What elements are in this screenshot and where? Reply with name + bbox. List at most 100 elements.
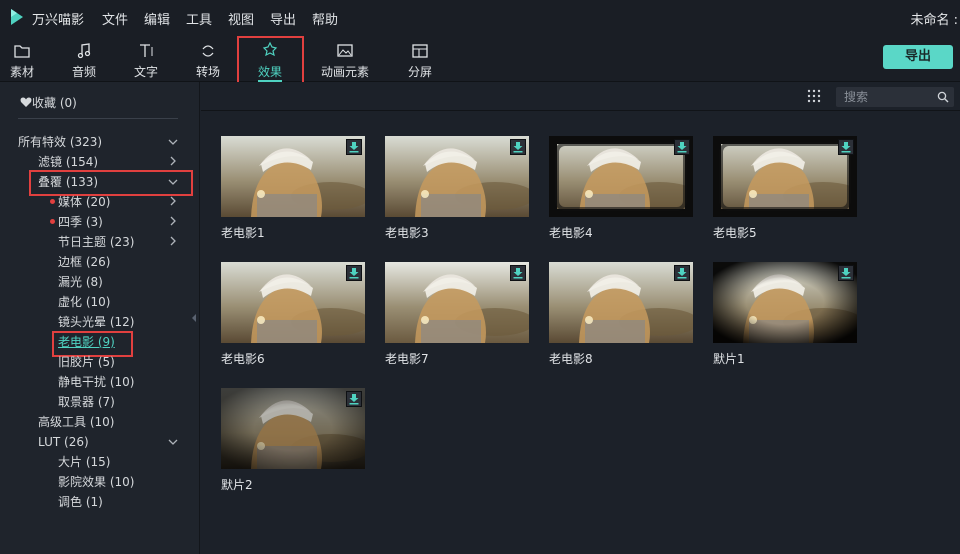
menu-help[interactable]: 帮助 [312,9,338,28]
new-badge-dot [50,199,55,204]
tree-item-blur[interactable]: 虚化 (10) [58,294,110,310]
collapse-sidebar-icon[interactable] [190,313,198,323]
menu-export[interactable]: 导出 [270,9,296,28]
effect-thumbnail [549,136,693,217]
effect-card-label: 老电影6 [221,352,265,366]
tab-media[interactable]: 素材 [2,38,42,82]
tab-transition-label: 转场 [195,65,220,79]
tab-split-screen[interactable]: 分屏 [400,38,440,82]
effect-card[interactable]: 老电影3 [385,136,530,240]
tree-item-label: 高级工具 (10) [38,415,115,429]
effect-card[interactable]: 默片1 [713,262,858,366]
download-icon[interactable] [510,139,526,155]
tab-text[interactable]: 文字 [126,38,166,82]
grid-view-icon[interactable] [807,89,821,103]
download-icon[interactable] [674,265,690,281]
chevron-down-icon[interactable] [167,136,179,148]
tab-elements[interactable]: 动画元素 [312,38,378,82]
search-icon[interactable] [937,91,949,103]
effect-thumbnail [385,136,529,217]
effect-thumbnail [221,262,365,343]
tree-item-label: 调色 (1) [58,495,103,509]
tree-item-advanced-tools[interactable]: 高级工具 (10) [38,414,114,430]
tree-item-label: 镜头光晕 (12) [58,315,135,329]
tree-item-lens-flare[interactable]: 镜头光晕 (12) [58,314,134,330]
menu-bar: 万兴喵影 文件 编辑 工具 视图 导出 帮助 未命名 : [0,0,960,34]
effect-card[interactable]: 老电影1 [221,136,366,240]
tree-item-label: LUT (26) [38,435,89,449]
tab-media-label: 素材 [9,65,34,79]
heart-icon [20,97,32,107]
favorites-item[interactable]: 收藏 (0) [20,95,77,111]
menu-tools[interactable]: 工具 [186,9,212,28]
effect-card-label: 老电影4 [549,226,593,240]
tree-item-cinema[interactable]: 影院效果 (10) [58,474,134,490]
effect-card-label: 默片2 [221,478,253,492]
effect-thumbnail [385,262,529,343]
tree-item-label: 取景器 (7) [58,395,115,409]
document-name: 未命名 : [910,13,958,28]
export-button[interactable]: 导出 [883,45,953,69]
tab-text-label: 文字 [133,65,158,79]
chevron-right-icon[interactable] [167,235,179,247]
effect-card-label: 老电影8 [549,352,593,366]
favorites-label: 收藏 (0) [32,96,77,110]
search-box [836,87,954,107]
tree-item-viewfinder[interactable]: 取景器 (7) [58,394,115,410]
menu-file[interactable]: 文件 [102,9,128,28]
effect-card[interactable]: 老电影8 [549,262,694,366]
tree-item-label: 影院效果 (10) [58,475,135,489]
effect-card[interactable]: 老电影7 [385,262,530,366]
tab-audio[interactable]: 音频 [64,38,104,82]
chevron-down-icon[interactable] [167,436,179,448]
transition-icon [202,45,214,57]
app-logo-icon [11,9,23,25]
tab-elements-label: 动画元素 [320,65,369,79]
download-icon[interactable] [838,139,854,155]
menu-edit[interactable]: 编辑 [144,9,170,28]
tree-item-borders[interactable]: 边框 (26) [58,254,110,270]
effect-card[interactable]: 老电影5 [713,136,858,240]
effect-card-label: 老电影1 [221,226,265,240]
chevron-right-icon[interactable] [167,155,179,167]
divider [18,118,178,119]
media-toolbar: 素材 音频 文字 转场 效果 动画元素 分屏 [0,34,960,82]
tree-item-label: 旧胶片 (5) [58,355,115,369]
tab-transition[interactable]: 转场 [188,38,228,82]
tree-item-color-grading[interactable]: 调色 (1) [58,494,103,510]
effect-card-label: 老电影5 [713,226,757,240]
download-icon[interactable] [346,139,362,155]
tree-item-light-leaks[interactable]: 漏光 (8) [58,274,103,290]
tree-item-blockbuster[interactable]: 大片 (15) [58,454,110,470]
chevron-right-icon[interactable] [167,195,179,207]
effect-thumbnail [713,136,857,217]
tree-item-old-negative[interactable]: 旧胶片 (5) [58,354,115,370]
tree-item-seasons[interactable]: 四季 (3) [58,214,103,230]
download-icon[interactable] [838,265,854,281]
effect-card[interactable]: 老电影4 [549,136,694,240]
tree-item-all-effects[interactable]: 所有特效 (323) [18,134,102,150]
tab-split-screen-label: 分屏 [407,65,432,79]
overlay-category-highlight [29,170,193,196]
new-badge-dot [50,219,55,224]
tree-item-label: 媒体 (20) [58,195,111,209]
tree-item-lut[interactable]: LUT (26) [38,434,89,450]
split-screen-icon [412,44,428,58]
tree-item-label: 所有特效 (323) [18,135,103,149]
menu-view[interactable]: 视图 [228,9,254,28]
tree-item-label: 静电干扰 (10) [58,375,135,389]
download-icon[interactable] [346,391,362,407]
effect-card[interactable]: 默片2 [221,388,366,492]
effect-card-label: 老电影3 [385,226,429,240]
tree-item-holidays[interactable]: 节日主题 (23) [58,234,134,250]
tree-item-media[interactable]: 媒体 (20) [58,194,110,210]
tree-item-filters[interactable]: 滤镜 (154) [38,154,98,170]
tree-item-static-noise[interactable]: 静电干扰 (10) [58,374,134,390]
download-icon[interactable] [346,265,362,281]
chevron-right-icon[interactable] [167,215,179,227]
download-icon[interactable] [510,265,526,281]
search-input[interactable] [844,87,934,107]
download-icon[interactable] [674,139,690,155]
effect-card[interactable]: 老电影6 [221,262,366,366]
tree-item-label: 四季 (3) [58,215,103,229]
